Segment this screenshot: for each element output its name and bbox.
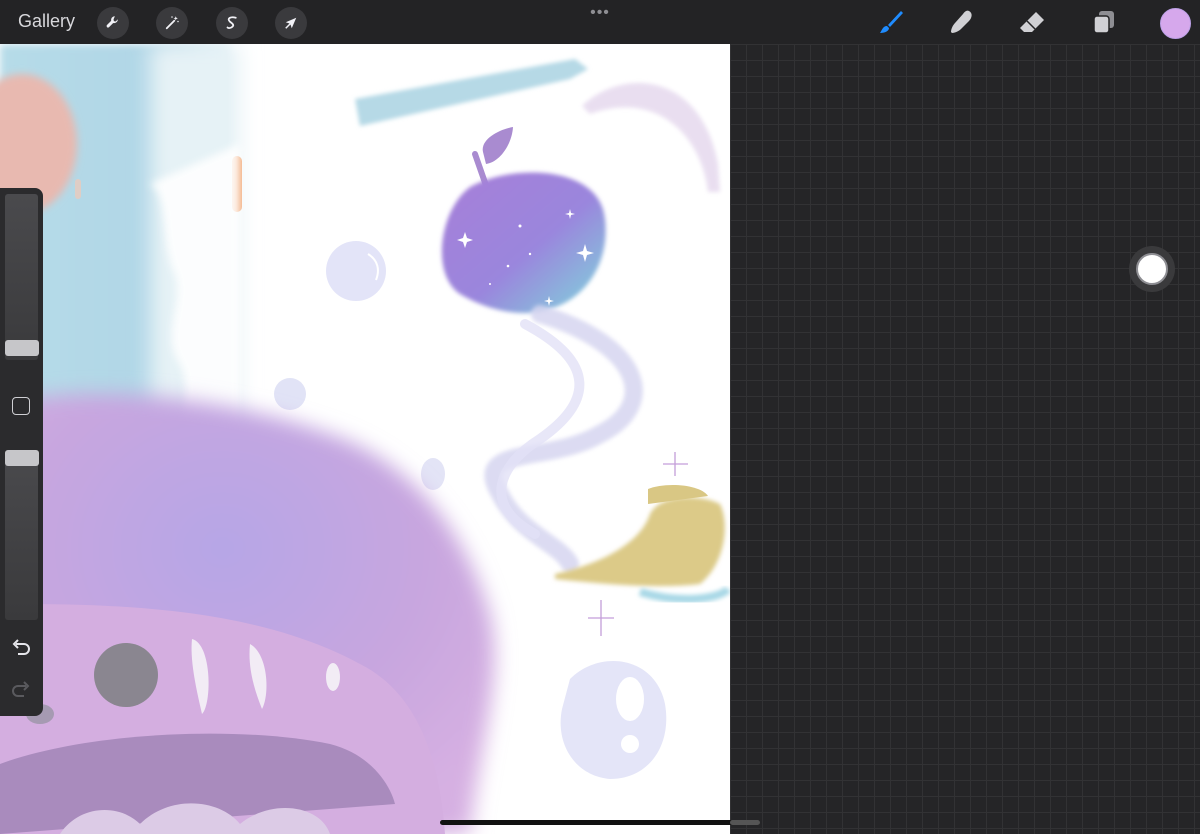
smudge-tool-button[interactable]	[945, 6, 977, 38]
artwork	[0, 44, 730, 834]
redo-icon[interactable]	[10, 678, 32, 700]
procreate-app: Gallery •••	[0, 0, 1200, 834]
more-options-icon[interactable]: •••	[588, 4, 612, 21]
adjustments-button[interactable]	[156, 7, 188, 39]
left-sidebar	[0, 188, 43, 716]
selection-button[interactable]	[216, 7, 248, 39]
eraser-icon	[1020, 12, 1044, 32]
wrench-icon	[106, 16, 118, 28]
smudge-finger-icon	[951, 10, 972, 33]
brush-icon	[880, 11, 903, 33]
workspace-grid	[730, 44, 1200, 834]
layers-icon	[1093, 11, 1114, 34]
home-indicator-tail	[730, 820, 760, 825]
gallery-button[interactable]: Gallery	[18, 11, 75, 32]
opacity-slider[interactable]	[5, 450, 38, 620]
drawing-canvas[interactable]	[0, 44, 730, 834]
layers-button[interactable]	[1088, 6, 1120, 38]
modify-button-square-icon[interactable]	[12, 397, 30, 415]
actions-button[interactable]	[97, 7, 129, 39]
brush-size-slider[interactable]	[5, 194, 38, 360]
opacity-thumb[interactable]	[5, 450, 39, 466]
home-indicator	[440, 820, 760, 825]
color-picker-button[interactable]	[1160, 8, 1191, 39]
selection-s-icon	[226, 16, 237, 29]
quickshape-button[interactable]	[1129, 246, 1175, 292]
brush-tool-button[interactable]	[875, 6, 907, 38]
eraser-tool-button[interactable]	[1016, 6, 1048, 38]
quickshape-circle-icon	[1136, 253, 1168, 285]
arrow-cursor-icon	[285, 17, 297, 29]
brush-size-thumb[interactable]	[5, 340, 39, 356]
transform-button[interactable]	[275, 7, 307, 39]
undo-icon[interactable]	[10, 636, 32, 658]
top-toolbar: Gallery •••	[0, 0, 1200, 44]
magic-wand-icon	[165, 16, 179, 30]
